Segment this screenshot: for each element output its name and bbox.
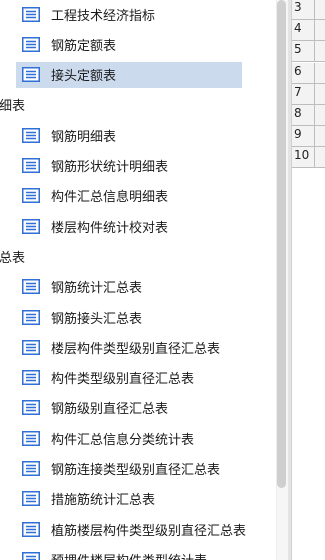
tree-item-gangjin-jietou-huizongbiao[interactable]: 钢筋接头汇总表 — [0, 302, 275, 332]
report-list-icon — [22, 461, 40, 476]
report-list-icon — [22, 339, 40, 355]
tree-item-gangjin-lianjie-leixing-jibie-zhijing-huizongbiao[interactable]: 钢筋连接类型级别直径汇总表 — [0, 454, 275, 484]
tree-group-label: 汇总表 — [0, 250, 26, 266]
tree-item-goujian-huizong-xinxi-mingxibiao[interactable]: 构件汇总信息明细表 — [0, 181, 275, 211]
tree-item-gangjin-ding-e-biao[interactable]: 钢筋定额表 — [0, 29, 275, 59]
tree-item-label: 构件汇总信息分类统计表 — [51, 432, 195, 448]
tree-item-label: 接头定额表 — [51, 69, 117, 85]
tree-item-label: 构件汇总信息明细表 — [51, 190, 169, 206]
tree-item-jietou-ding-e-biao[interactable]: 接头定额表 — [0, 60, 275, 90]
report-list-icon — [22, 370, 40, 386]
tree-item-gangjin-xingzhuang-tongji-mingxibiao[interactable]: 钢筋形状统计明细表 — [0, 151, 275, 181]
report-list-icon — [22, 67, 40, 83]
tree-item-label: 工程技术经济指标 — [51, 8, 156, 24]
report-list-icon — [22, 279, 40, 295]
tree-item-louceng-goujian-tongji-jiaodui-biao[interactable]: 楼层构件统计校对表 — [0, 211, 275, 241]
tree-item-gangjin-mingxibiao[interactable]: 钢筋明细表 — [0, 120, 275, 150]
row-header-edge — [314, 20, 315, 42]
tree-item-label: 钢筋连接类型级别直径汇总表 — [51, 463, 221, 478]
row-header-edge — [314, 105, 315, 126]
tree-item-label: 预埋件楼层构件类型统计表 — [51, 550, 207, 560]
report-list-icon — [22, 6, 40, 22]
report-list-icon — [22, 127, 40, 143]
report-list-icon — [22, 36, 40, 52]
tree-item-label: 钢筋统计汇总表 — [51, 281, 143, 297]
row-header-edge — [314, 41, 315, 63]
row-number: 7 — [294, 84, 302, 99]
row-header[interactable]: 3 — [292, 0, 325, 20]
tree-scrollbar-thumb[interactable] — [277, 0, 286, 488]
tree-item-label: 钢筋接头汇总表 — [51, 311, 143, 327]
tree-item-louceng-goujian-leixing-jibie-zhijing-huizongbiao[interactable]: 楼层构件类型级别直径汇总表 — [0, 332, 275, 362]
report-list-icon — [22, 551, 40, 560]
tree-group-label: 明细表 — [0, 99, 26, 115]
report-list-icon — [22, 400, 40, 416]
tree-item-label: 植筋楼层构件类型级别直径汇总表 — [51, 523, 247, 539]
report-list-icon — [22, 218, 40, 234]
report-list-icon — [22, 521, 40, 537]
row-header[interactable]: 4 — [292, 20, 325, 42]
tree-item-zhijin-louceng-goujian-leixing-jibie-zhijing-huizongbiao[interactable]: 植筋楼层构件类型级别直径汇总表 — [0, 514, 275, 544]
row-number: 4 — [294, 21, 302, 36]
tree-item-goujian-huizong-xinxi-fenlei-tongji-biao[interactable]: 构件汇总信息分类统计表 — [0, 423, 275, 453]
tree-item-label: 措施筋统计汇总表 — [51, 493, 156, 509]
selection-highlight — [16, 61, 242, 88]
row-header-edge — [314, 62, 315, 84]
tree-item-label: 楼层构件类型级别直径汇总表 — [51, 341, 221, 357]
row-header[interactable]: 6 — [292, 62, 325, 84]
report-list-icon — [22, 430, 40, 446]
row-header[interactable]: 9 — [292, 126, 325, 148]
row-number: 10 — [294, 148, 310, 163]
row-header[interactable]: 8 — [292, 105, 325, 126]
tree-item-label: 钢筋明细表 — [51, 129, 117, 145]
tree-item-gongcheng-jishu-jingji-zhibiao[interactable]: 工程技术经济指标 — [0, 0, 275, 29]
report-list-icon — [22, 188, 40, 204]
report-list-icon — [22, 309, 40, 325]
tree-item-cuoshijin-tongji-huizongbiao[interactable]: 措施筋统计汇总表 — [0, 484, 275, 514]
row-number: 3 — [294, 0, 302, 14]
tree-item-yumaijian-louceng-goujian-leixing-tongji-biao[interactable]: 预埋件楼层构件类型统计表 — [0, 544, 275, 560]
row-header-edge — [314, 0, 315, 20]
tree-item-label: 钢筋定额表 — [51, 38, 117, 54]
tree-item-label: 构件类型级别直径汇总表 — [51, 372, 195, 388]
row-header-edge — [314, 126, 315, 148]
report-tree-panel: 工程技术经济指标钢筋定额表接头定额表明细表钢筋明细表钢筋形状统计明细表构件汇总信… — [0, 0, 275, 560]
row-header-edge — [314, 83, 315, 105]
tree-item-label: 钢筋级别直径汇总表 — [51, 402, 169, 418]
tree-item-gangjin-jibie-zhijing-huizongbiao[interactable]: 钢筋级别直径汇总表 — [0, 393, 275, 423]
report-list-icon — [22, 158, 40, 173]
row-header[interactable]: 7 — [292, 83, 325, 105]
row-number: 5 — [294, 42, 302, 57]
tree-item-gangjin-tongji-huizongbiao[interactable]: 钢筋统计汇总表 — [0, 272, 275, 302]
tree-item-label: 楼层构件统计校对表 — [51, 220, 169, 236]
row-header[interactable]: 10 — [292, 147, 325, 169]
row-number: 6 — [294, 63, 302, 78]
tree-item-goujian-leixing-jibie-zhijing-huizongbiao[interactable]: 构件类型级别直径汇总表 — [0, 363, 275, 393]
row-header-edge — [314, 147, 315, 169]
spreadsheet-grid: 3 4 5 6 7 8 9 10 — [291, 0, 325, 560]
tree-item-label: 钢筋形状统计明细表 — [51, 160, 169, 175]
row-header[interactable]: 5 — [292, 41, 325, 63]
report-list-icon — [22, 491, 40, 507]
row-number: 9 — [294, 127, 302, 142]
tree-group-huizongbiao[interactable]: 汇总表 — [0, 241, 275, 271]
tree-group-mingxibiao[interactable]: 明细表 — [0, 90, 275, 120]
row-number: 8 — [294, 106, 302, 120]
